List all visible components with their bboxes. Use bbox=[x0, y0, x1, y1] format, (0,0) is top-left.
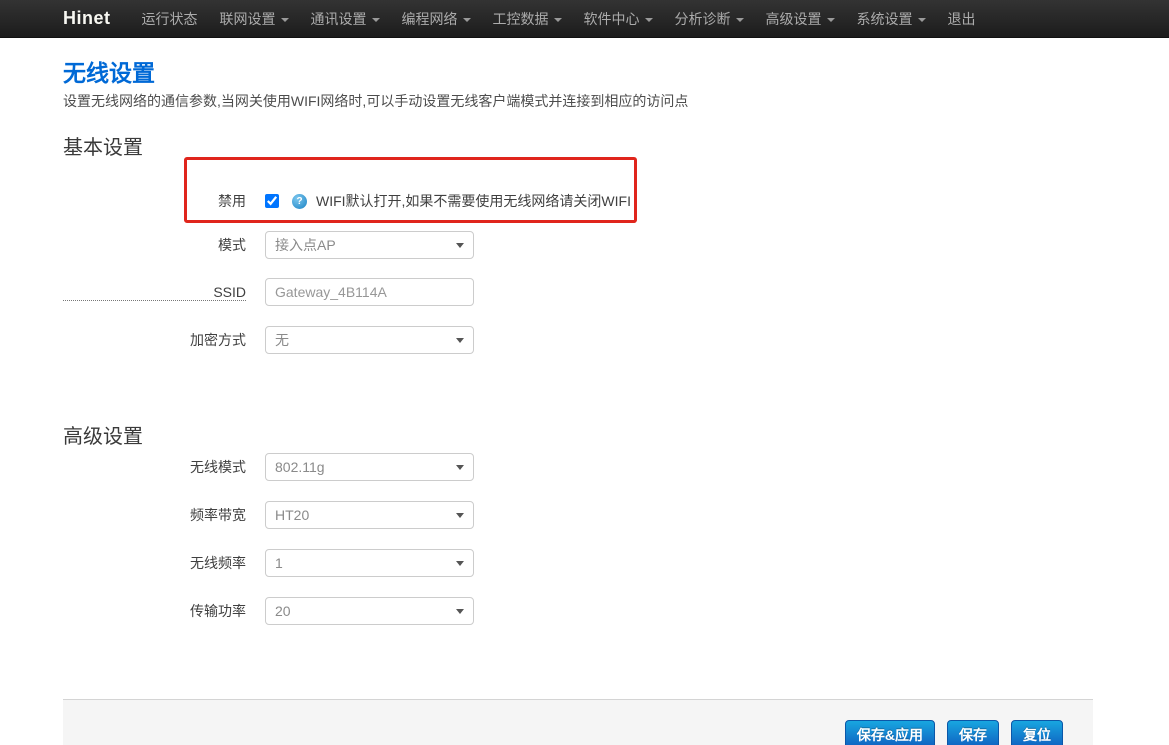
chevron-down-icon bbox=[554, 18, 562, 22]
save-apply-button[interactable]: 保存&应用 bbox=[845, 720, 935, 745]
nav-item-label: 退出 bbox=[948, 11, 976, 27]
basic-settings-heading: 基本设置 bbox=[63, 136, 1093, 160]
nav-item-logout[interactable]: 退出 bbox=[937, 0, 987, 38]
nav-item-comm-settings[interactable]: 通讯设置 bbox=[300, 0, 391, 38]
chevron-down-icon bbox=[645, 18, 653, 22]
nav-item-label: 系统设置 bbox=[857, 11, 913, 27]
tx-power-select-value: 20 bbox=[275, 603, 291, 619]
advanced-settings-heading: 高级设置 bbox=[63, 425, 1093, 449]
bandwidth-label: 频率带宽 bbox=[63, 505, 246, 525]
mode-select-value: 接入点AP bbox=[275, 237, 336, 253]
tx-power-label: 传输功率 bbox=[63, 601, 246, 621]
page-subtitle: 设置无线网络的通信参数,当网关使用WIFI网络时,可以手动设置无线客户端模式并连… bbox=[63, 93, 1093, 109]
nav-item-label: 运行状态 bbox=[142, 11, 198, 27]
encryption-label: 加密方式 bbox=[63, 330, 246, 350]
main-content: 无线设置 设置无线网络的通信参数,当网关使用WIFI网络时,可以手动设置无线客户… bbox=[63, 60, 1093, 699]
bandwidth-row: 频率带宽 HT20 bbox=[63, 501, 1093, 529]
nav-item-software-center[interactable]: 软件中心 bbox=[573, 0, 664, 38]
nav-item-industrial-data[interactable]: 工控数据 bbox=[482, 0, 573, 38]
page-actions-footer: 保存&应用 保存 复位 bbox=[63, 699, 1093, 745]
nav-item-diagnostics[interactable]: 分析诊断 bbox=[664, 0, 755, 38]
channel-row: 无线频率 1 bbox=[63, 549, 1093, 577]
dropdown-arrow-icon bbox=[456, 513, 464, 518]
disable-row: 禁用 ? WIFI默认打开,如果不需要使用无线网络请关闭WIFI bbox=[63, 186, 1093, 216]
chevron-down-icon bbox=[827, 18, 835, 22]
ssid-row: SSID bbox=[63, 278, 1093, 306]
dropdown-arrow-icon bbox=[456, 561, 464, 566]
encryption-row: 加密方式 无 bbox=[63, 326, 1093, 354]
chevron-down-icon bbox=[372, 18, 380, 22]
channel-label: 无线频率 bbox=[63, 553, 246, 573]
nav-item-system-settings[interactable]: 系统设置 bbox=[846, 0, 937, 38]
dropdown-arrow-icon bbox=[456, 609, 464, 614]
bandwidth-select[interactable]: HT20 bbox=[265, 501, 474, 529]
nav-item-label: 分析诊断 bbox=[675, 11, 731, 27]
mode-row: 模式 接入点AP bbox=[63, 231, 1093, 259]
nav-item-label: 高级设置 bbox=[766, 11, 822, 27]
help-icon[interactable]: ? bbox=[292, 194, 307, 209]
save-button[interactable]: 保存 bbox=[947, 720, 999, 745]
page-title: 无线设置 bbox=[63, 60, 1093, 86]
tx-power-row: 传输功率 20 bbox=[63, 597, 1093, 625]
nav-item-label: 软件中心 bbox=[584, 11, 640, 27]
wifi-mode-select[interactable]: 802.11g bbox=[265, 453, 474, 481]
ssid-label: SSID bbox=[63, 284, 246, 301]
encryption-select[interactable]: 无 bbox=[265, 326, 474, 354]
nav-item-label: 编程网络 bbox=[402, 11, 458, 27]
tx-power-select[interactable]: 20 bbox=[265, 597, 474, 625]
nav-item-programming-network[interactable]: 编程网络 bbox=[391, 0, 482, 38]
wifi-mode-select-value: 802.11g bbox=[275, 459, 325, 475]
mode-select[interactable]: 接入点AP bbox=[265, 231, 474, 259]
bandwidth-select-value: HT20 bbox=[275, 507, 309, 523]
dropdown-arrow-icon bbox=[456, 243, 464, 248]
nav-item-network-settings[interactable]: 联网设置 bbox=[209, 0, 300, 38]
wifi-mode-row: 无线模式 802.11g bbox=[63, 453, 1093, 481]
wifi-mode-label: 无线模式 bbox=[63, 457, 246, 477]
chevron-down-icon bbox=[281, 18, 289, 22]
encryption-select-value: 无 bbox=[275, 332, 289, 348]
top-navbar: Hinet 运行状态 联网设置 通讯设置 编程网络 工控数据 软件中心 分析诊断… bbox=[0, 0, 1169, 38]
chevron-down-icon bbox=[463, 18, 471, 22]
chevron-down-icon bbox=[736, 18, 744, 22]
nav-item-advanced-settings[interactable]: 高级设置 bbox=[755, 0, 846, 38]
dropdown-arrow-icon bbox=[456, 465, 464, 470]
disable-label: 禁用 bbox=[63, 191, 246, 211]
channel-select-value: 1 bbox=[275, 555, 283, 571]
nav-item-label: 联网设置 bbox=[220, 11, 276, 27]
reset-button[interactable]: 复位 bbox=[1011, 720, 1063, 745]
disable-checkbox[interactable] bbox=[265, 194, 279, 208]
channel-select[interactable]: 1 bbox=[265, 549, 474, 577]
disable-help-text: WIFI默认打开,如果不需要使用无线网络请关闭WIFI bbox=[316, 191, 631, 211]
nav-item-label: 通讯设置 bbox=[311, 11, 367, 27]
dropdown-arrow-icon bbox=[456, 338, 464, 343]
brand-logo[interactable]: Hinet bbox=[63, 8, 111, 29]
ssid-input[interactable] bbox=[265, 278, 474, 306]
mode-label: 模式 bbox=[63, 235, 246, 255]
chevron-down-icon bbox=[918, 18, 926, 22]
nav-item-status[interactable]: 运行状态 bbox=[131, 0, 209, 38]
nav-item-label: 工控数据 bbox=[493, 11, 549, 27]
